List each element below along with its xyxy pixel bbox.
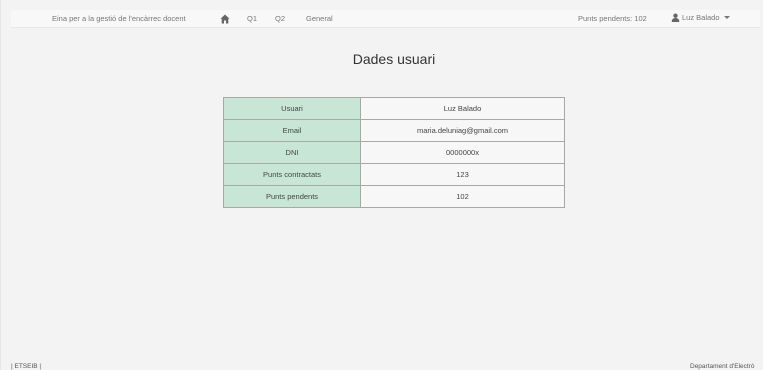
caret-down-icon bbox=[723, 16, 730, 19]
row-value-usuari: Luz Balado bbox=[360, 97, 565, 120]
user-data-table: Usuari Luz Balado Email maria.deluniag@g… bbox=[223, 97, 565, 208]
table-row: Usuari Luz Balado bbox=[223, 97, 565, 120]
nav-link-general[interactable]: General bbox=[306, 14, 333, 23]
table-row: DNI 0000000x bbox=[223, 141, 565, 164]
table-row: Punts contractats 123 bbox=[223, 163, 565, 186]
row-label-punts-pendents: Punts pendents bbox=[223, 185, 361, 208]
user-icon bbox=[671, 13, 680, 22]
row-label-dni: DNI bbox=[223, 141, 361, 164]
row-value-dni: 0000000x bbox=[360, 141, 565, 164]
table-row: Punts pendents 102 bbox=[223, 185, 565, 208]
home-icon[interactable] bbox=[220, 14, 230, 24]
row-value-punts-contractats: 123 bbox=[360, 163, 565, 186]
nav-link-q2[interactable]: Q2 bbox=[275, 14, 285, 23]
row-label-punts-contractats: Punts contractats bbox=[223, 163, 361, 186]
brand-link[interactable]: Eina per a la gestió de l'encàrrec docen… bbox=[52, 14, 186, 23]
user-menu-dropdown[interactable]: Luz Balado bbox=[671, 13, 730, 22]
navbar: Eina per a la gestió de l'encàrrec docen… bbox=[11, 10, 760, 28]
footer-department-link[interactable]: Departament d'Electrò bbox=[690, 363, 754, 370]
user-name: Luz Balado bbox=[682, 13, 720, 22]
row-label-email: Email bbox=[223, 119, 361, 142]
page: Eina per a la gestió de l'encàrrec docen… bbox=[0, 0, 763, 370]
page-title: Dades usuari bbox=[352, 51, 436, 67]
table-row: Email maria.deluniag@gmail.com bbox=[223, 119, 565, 142]
nav-link-q1[interactable]: Q1 bbox=[247, 14, 257, 23]
points-pending-link[interactable]: Punts pendents: 102 bbox=[578, 14, 647, 23]
row-label-usuari: Usuari bbox=[223, 97, 361, 120]
row-value-email: maria.deluniag@gmail.com bbox=[360, 119, 565, 142]
footer-etseib-link[interactable]: | ETSEIB | bbox=[11, 363, 41, 370]
row-value-punts-pendents: 102 bbox=[360, 185, 565, 208]
